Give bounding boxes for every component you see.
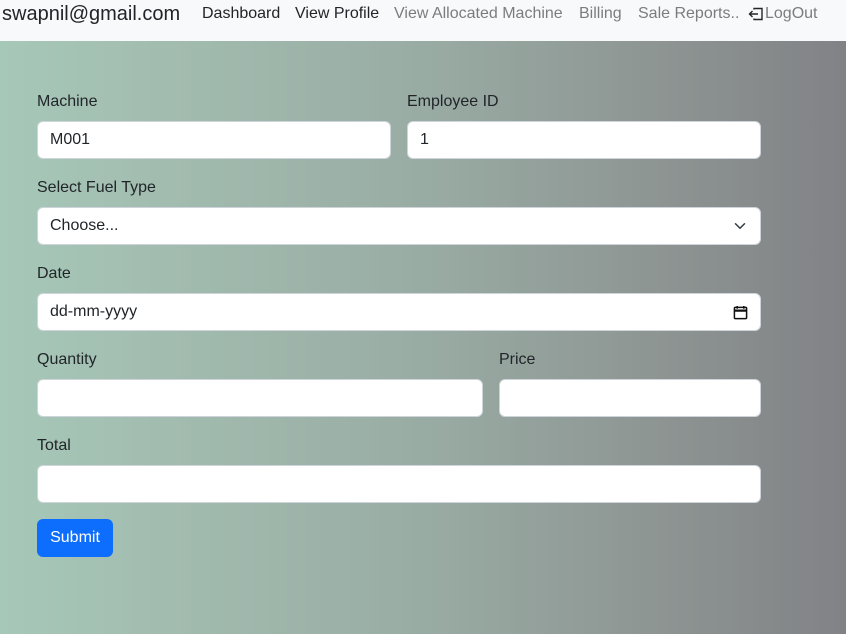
machine-value: M001 [50,131,91,148]
quantity-label: Quantity [37,351,97,368]
fuel-type-select[interactable]: Choose... [37,207,761,245]
price-label: Price [499,351,536,368]
nav-link-dashboard[interactable]: Dashboard [202,5,280,23]
date-label: Date [37,265,71,282]
logout-label: LogOut [765,5,818,22]
machine-input[interactable]: M001 [37,121,391,159]
brand-email[interactable]: swapnil@gmail.com [2,3,180,26]
nav-link-sale-reports[interactable]: Sale Reports.. [638,5,739,23]
submit-button[interactable]: Submit [37,519,113,557]
nav-link-logout[interactable]: LogOut [748,5,817,23]
employee-id-value: 1 [420,131,429,148]
fuel-entry-panel: Machine M001 Employee ID 1 Select Fuel T… [0,41,846,634]
total-label: Total [37,437,71,454]
fuel-type-label: Select Fuel Type [37,179,156,196]
top-navbar: swapnil@gmail.com Dashboard View Profile… [0,0,846,41]
nav-link-view-allocated-machine[interactable]: View Allocated Machine [394,5,563,23]
date-input[interactable]: dd-mm-yyyy [37,293,761,331]
machine-label: Machine [37,93,98,110]
nav-link-view-profile[interactable]: View Profile [295,5,379,23]
employee-id-label: Employee ID [407,93,499,110]
total-input[interactable] [37,465,761,503]
quantity-input[interactable] [37,379,483,417]
calendar-icon[interactable] [732,304,748,320]
fuel-type-selected: Choose... [50,217,119,234]
nav-link-billing[interactable]: Billing [579,5,622,23]
price-input[interactable] [499,379,761,417]
date-placeholder: dd-mm-yyyy [50,303,138,320]
box-arrow-left-icon [748,7,763,21]
chevron-down-icon [732,218,748,234]
employee-id-input[interactable]: 1 [407,121,761,159]
